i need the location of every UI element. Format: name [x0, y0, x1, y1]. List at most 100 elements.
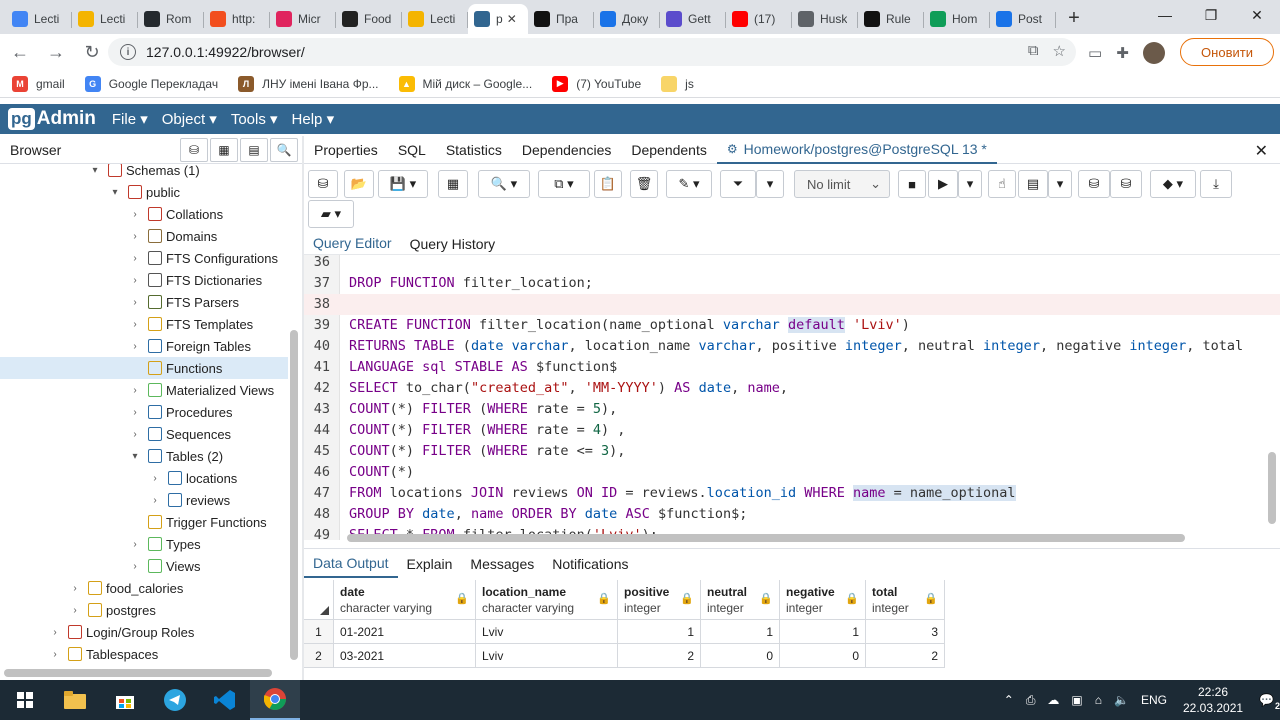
tree-node[interactable]: › Login/Group Roles: [48, 621, 194, 643]
tab-dependencies[interactable]: Dependencies: [512, 136, 622, 164]
tab-explain[interactable]: Explain: [398, 550, 462, 578]
close-tab-icon[interactable]: ✕: [507, 12, 517, 26]
row-number[interactable]: 1: [304, 620, 334, 644]
tab-properties[interactable]: Properties: [304, 136, 388, 164]
chevron-right-icon[interactable]: ›: [48, 627, 62, 638]
browser-tab[interactable]: Micr: [270, 4, 336, 34]
table-cell[interactable]: 03-2021: [334, 644, 476, 668]
browser-tab[interactable]: p ✕: [468, 4, 528, 34]
code-line[interactable]: 42 SELECT to_char("created_at", 'MM-YYYY'…: [304, 378, 1280, 399]
view-data-icon[interactable]: ▦: [210, 137, 238, 162]
tab-messages[interactable]: Messages: [461, 550, 543, 578]
clock[interactable]: 22:26 22.03.2021: [1183, 684, 1243, 716]
edit-icon[interactable]: ✎ ▾: [666, 170, 712, 198]
browser-tab[interactable]: Gett: [660, 4, 726, 34]
bookmark-item[interactable]: ▶ (7) YouTube: [552, 75, 641, 92]
chevron-right-icon[interactable]: ›: [68, 605, 82, 616]
save-data-icon[interactable]: ⛁: [308, 170, 338, 198]
tree-horizontal-scrollbar[interactable]: [4, 669, 272, 677]
tree-node[interactable]: › Materialized Views: [128, 379, 274, 401]
execute-icon[interactable]: ▶: [928, 170, 958, 198]
extensions-icon[interactable]: ✚: [1116, 44, 1129, 62]
tree-node[interactable]: › Procedures: [128, 401, 232, 423]
commit-icon[interactable]: ⛁: [1078, 170, 1110, 198]
filter-dropdown-icon[interactable]: ▾: [756, 170, 784, 198]
row-number[interactable]: 2: [304, 644, 334, 668]
close-tab-icon[interactable]: ✕: [1255, 141, 1268, 161]
tab-data-output[interactable]: Data Output: [304, 550, 398, 578]
table-cell[interactable]: 1: [780, 620, 866, 644]
chevron-down-icon[interactable]: ▾: [108, 187, 122, 198]
vscode-icon[interactable]: [200, 680, 250, 720]
tree-node[interactable]: › food_calories: [68, 577, 183, 599]
forward-icon[interactable]: →: [40, 36, 72, 68]
download-icon[interactable]: ⤓: [1200, 170, 1232, 198]
column-header[interactable]: location_name character varying 🔒: [476, 580, 618, 620]
query-tool-icon[interactable]: ⛁: [180, 137, 208, 162]
code-line[interactable]: 48 GROUP BY date, name ORDER BY date ASC …: [304, 504, 1280, 525]
tray-cloud-icon[interactable]: ☁: [1047, 693, 1059, 707]
tree-node[interactable]: › FTS Parsers: [128, 291, 239, 313]
table-cell[interactable]: Lviv: [476, 644, 618, 668]
table-cell[interactable]: 3: [866, 620, 945, 644]
code-line[interactable]: 47 FROM locations JOIN reviews ON ID = re…: [304, 483, 1280, 504]
code-line[interactable]: 41 LANGUAGE sql STABLE AS $function$: [304, 357, 1280, 378]
rollback-icon[interactable]: ⛁: [1110, 170, 1142, 198]
tree-node[interactable]: › Views: [128, 555, 200, 577]
chevron-right-icon[interactable]: ›: [128, 539, 142, 550]
menu-help[interactable]: Help ▾: [292, 110, 335, 128]
chevron-down-icon[interactable]: ▾: [128, 451, 142, 462]
code-line[interactable]: 39 CREATE FUNCTION filter_location(name_o…: [304, 315, 1280, 336]
browser-tab[interactable]: Lecti: [6, 4, 72, 34]
browser-tab[interactable]: Post: [990, 4, 1056, 34]
column-header[interactable]: date character varying 🔒: [334, 580, 476, 620]
menu-object[interactable]: Object ▾: [162, 110, 217, 128]
delete-icon[interactable]: 🗑: [630, 170, 658, 198]
chevron-right-icon[interactable]: ›: [128, 209, 142, 220]
browser-tab[interactable]: Food: [336, 4, 402, 34]
table-cell[interactable]: 1: [618, 620, 701, 644]
chevron-down-icon[interactable]: ▾: [88, 165, 102, 176]
reload-icon[interactable]: ↻: [76, 36, 108, 68]
file-explorer-icon[interactable]: [50, 680, 100, 720]
chevron-right-icon[interactable]: ›: [128, 385, 142, 396]
table-cell[interactable]: 01-2021: [334, 620, 476, 644]
code-line[interactable]: 37 DROP FUNCTION filter_location;: [304, 273, 1280, 294]
menu-tools[interactable]: Tools ▾: [231, 110, 278, 128]
code-line[interactable]: 45 COUNT(*) FILTER (WHERE rate <= 3),: [304, 441, 1280, 462]
chevron-up-icon[interactable]: ⌃: [1004, 693, 1014, 707]
chevron-right-icon[interactable]: ›: [68, 583, 82, 594]
tree-node[interactable]: › postgres: [68, 599, 156, 621]
chevron-right-icon[interactable]: ›: [148, 473, 162, 484]
tab-sql[interactable]: SQL: [388, 136, 436, 164]
start-button[interactable]: [0, 680, 50, 720]
bookmark-item[interactable]: Mgmail: [12, 75, 65, 92]
tree-node[interactable]: › Types: [128, 533, 200, 555]
tray-app-icon[interactable]: ⎙: [1026, 693, 1036, 708]
row-limit-select[interactable]: No limit ⌄: [794, 170, 890, 198]
close-window-icon[interactable]: ✕: [1234, 0, 1280, 30]
site-info-icon[interactable]: i: [120, 44, 136, 60]
new-tab-icon[interactable]: +: [1060, 4, 1088, 32]
tree-node[interactable]: ▾ public: [108, 181, 179, 203]
update-button[interactable]: Оновити: [1180, 38, 1274, 66]
chevron-right-icon[interactable]: ›: [128, 407, 142, 418]
column-header[interactable]: positive integer 🔒: [618, 580, 701, 620]
browser-tab[interactable]: Пра: [528, 4, 594, 34]
save-file-icon[interactable]: 💾 ▾: [378, 170, 428, 198]
editor-vertical-scrollbar[interactable]: [1268, 452, 1276, 524]
tree-node[interactable]: › Tablespaces: [48, 643, 158, 665]
restore-icon[interactable]: ❐: [1188, 0, 1234, 30]
sql-editor[interactable]: 36 37 DROP FUNCTION filter_location; 38 39 CR…: [304, 254, 1280, 540]
chevron-right-icon[interactable]: ›: [128, 429, 142, 440]
browser-tab[interactable]: Lecti: [72, 4, 138, 34]
code-line[interactable]: 40 RETURNS TABLE (date varchar, location_…: [304, 336, 1280, 357]
bookmark-item[interactable]: Л ЛНУ імені Івана Фр...: [238, 75, 379, 92]
store-icon[interactable]: [100, 680, 150, 720]
language-indicator[interactable]: ENG: [1141, 693, 1167, 707]
tab-statistics[interactable]: Statistics: [436, 136, 512, 164]
chevron-right-icon[interactable]: ›: [128, 561, 142, 572]
tab-query-tool[interactable]: ⚙ Homework/postgres@PostgreSQL 13 *: [716, 136, 997, 164]
code-line[interactable]: 38: [304, 294, 1280, 315]
grid-corner[interactable]: [304, 580, 334, 620]
